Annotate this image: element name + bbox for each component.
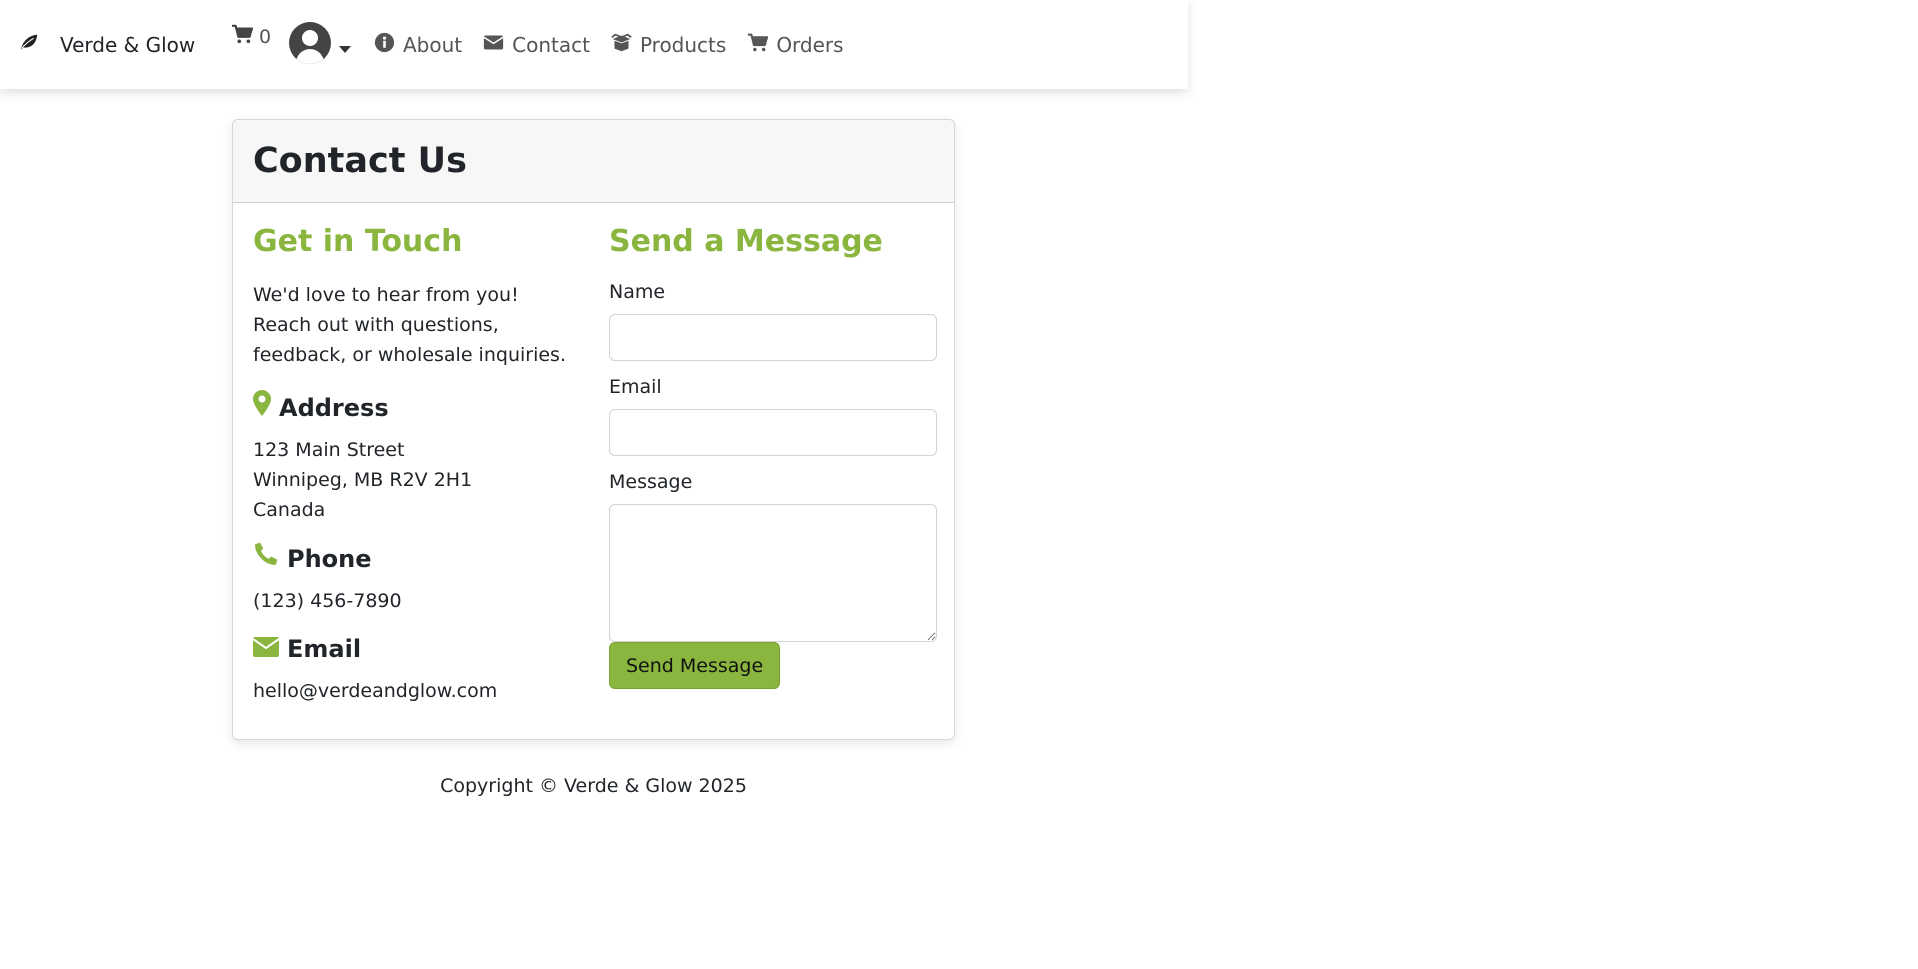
brand-name: Verde & Glow — [60, 32, 196, 57]
address-line: Winnipeg, MB R2V 2H1 — [253, 469, 473, 491]
message-label: Message — [609, 471, 693, 493]
phone-value: (123) 456-7890 — [253, 590, 402, 612]
footer-copyright: Copyright © Verde & Glow 2025 — [440, 775, 747, 797]
phone-heading: Phone — [253, 541, 578, 576]
email-value: hello@verdeandglow.com — [253, 680, 498, 702]
message-textarea[interactable] — [609, 504, 937, 642]
phone-icon — [253, 541, 279, 576]
email-label: Email — [287, 635, 362, 663]
envelope-icon — [252, 632, 280, 666]
map-marker-icon — [253, 390, 271, 425]
card-header: Contact Us — [233, 120, 954, 203]
nav-link-label: Contact — [512, 32, 590, 57]
send-message-button[interactable]: Send Message — [609, 642, 781, 689]
message-form: Send a Message Name Email Message Send M… — [609, 222, 937, 689]
send-message-heading: Send a Message — [609, 224, 883, 259]
address-line: 123 Main Street — [253, 439, 405, 461]
nav-link-label: Orders — [776, 32, 844, 57]
cart-button[interactable]: 0 — [231, 24, 271, 49]
nav-link-contact[interactable]: Contact — [483, 32, 590, 58]
address-block: 123 Main Street Winnipeg, MB R2V 2H1 Can… — [253, 435, 578, 525]
email-field-label: Email — [609, 376, 662, 398]
email-input[interactable] — [609, 409, 937, 456]
info-circle-icon — [374, 32, 395, 58]
contact-info-column: Get in Touch We'd love to hear from you!… — [252, 222, 578, 722]
caret-down-icon — [339, 45, 351, 53]
phone-label: Phone — [287, 544, 372, 573]
get-in-touch-heading: Get in Touch — [253, 224, 463, 259]
leaf-icon — [18, 31, 40, 58]
user-circle-icon — [289, 22, 331, 64]
name-input[interactable] — [609, 314, 937, 361]
contact-card: Contact Us Get in Touch We'd love to hea… — [232, 119, 955, 740]
name-label: Name — [609, 281, 666, 303]
page-title: Contact Us — [253, 141, 467, 181]
nav-link-label: Products — [639, 32, 727, 57]
brand-link[interactable]: Verde & Glow — [18, 0, 195, 89]
nav-link-label: About — [403, 32, 463, 57]
box-open-icon — [611, 32, 632, 58]
user-menu-toggle[interactable] — [289, 22, 351, 64]
email-heading: Email — [252, 632, 578, 666]
address-heading: Address — [253, 390, 578, 425]
top-navbar: Verde & Glow 0 About Contact Products Or… — [0, 0, 1188, 89]
cart-icon — [231, 24, 254, 49]
shopping-cart-icon — [747, 32, 769, 58]
nav-links: About Contact Products Orders — [374, 0, 844, 89]
cart-count: 0 — [259, 25, 272, 48]
envelope-icon — [483, 32, 504, 58]
nav-link-about[interactable]: About — [374, 32, 462, 58]
address-line: Canada — [253, 499, 326, 521]
nav-link-orders[interactable]: Orders — [747, 32, 844, 58]
intro-text: We'd love to hear from you! Reach out wi… — [253, 284, 566, 366]
address-label: Address — [279, 393, 389, 422]
nav-link-products[interactable]: Products — [611, 32, 726, 58]
